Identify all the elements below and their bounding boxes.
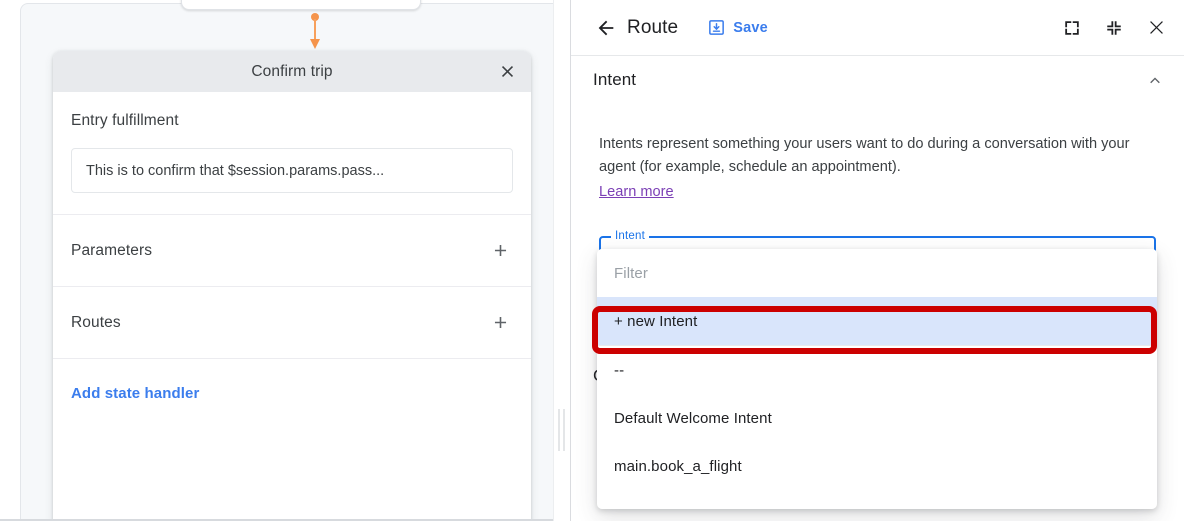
collapse-icon[interactable]	[1102, 16, 1126, 40]
intent-description: Intents represent something your users w…	[599, 136, 1130, 175]
entry-fulfillment-block: Entry fulfillment This is to confirm tha…	[53, 92, 531, 193]
state-handler-block: Add state handler	[53, 359, 531, 402]
save-icon	[707, 18, 726, 37]
dropdown-option-default-welcome-intent[interactable]: Default Welcome Intent	[597, 394, 1157, 442]
drag-handle-icon[interactable]	[558, 409, 566, 451]
panel-header-actions	[1060, 16, 1168, 40]
chevron-up-icon[interactable]	[1144, 69, 1166, 91]
page-card-header: Confirm trip	[53, 51, 531, 92]
dropdown-option-none[interactable]: --	[597, 346, 1157, 394]
intent-section-body: Intents represent something your users w…	[571, 133, 1184, 201]
routes-section-row[interactable]: Routes	[53, 287, 531, 358]
routes-label: Routes	[71, 313, 121, 331]
intent-section-header[interactable]: Intent	[571, 56, 1184, 104]
intent-dropdown-menu[interactable]: Filter + new Intent -- Default Welcome I…	[597, 249, 1157, 509]
parameters-section-row[interactable]: Parameters	[53, 215, 531, 286]
flow-canvas-surface[interactable]: Confirm trip Entry fulfillment This is t…	[20, 0, 553, 521]
entry-fulfillment-label: Entry fulfillment	[71, 112, 179, 129]
add-state-handler-link[interactable]: Add state handler	[71, 385, 513, 402]
save-button[interactable]: Save	[707, 18, 768, 37]
arrow-left-icon[interactable]	[591, 13, 621, 43]
connector-arrowhead-icon	[310, 39, 320, 49]
dropdown-option-main-book-a-flight[interactable]: main.book_a_flight	[597, 442, 1157, 490]
dropdown-option-new-intent[interactable]: + new Intent	[597, 297, 1157, 345]
page-title: Confirm trip	[251, 62, 333, 80]
flow-connector-arrow	[308, 13, 322, 51]
intent-section-title: Intent	[593, 70, 637, 89]
panel-header: Route Save	[571, 0, 1184, 56]
flow-canvas-pane: Confirm trip Entry fulfillment This is t…	[0, 0, 553, 521]
entry-fulfillment-value[interactable]: This is to confirm that $session.params.…	[71, 148, 513, 193]
dropdown-filter-input[interactable]: Filter	[597, 249, 1157, 297]
learn-more-link[interactable]: Learn more	[599, 184, 674, 200]
expand-icon[interactable]	[1060, 16, 1084, 40]
plus-icon[interactable]	[487, 310, 513, 336]
plus-icon[interactable]	[487, 238, 513, 264]
intent-field-label: Intent	[611, 230, 649, 242]
pane-resize-divider[interactable]	[553, 0, 571, 521]
upstream-node-partial[interactable]	[181, 0, 421, 10]
app-screenshot: Confirm trip Entry fulfillment This is t…	[0, 0, 1184, 521]
parameters-label: Parameters	[71, 241, 153, 259]
save-button-label: Save	[733, 19, 768, 36]
page-card: Confirm trip Entry fulfillment This is t…	[53, 51, 531, 521]
panel-title: Route	[627, 16, 679, 38]
close-icon[interactable]	[495, 60, 519, 84]
close-icon[interactable]	[1144, 16, 1168, 40]
